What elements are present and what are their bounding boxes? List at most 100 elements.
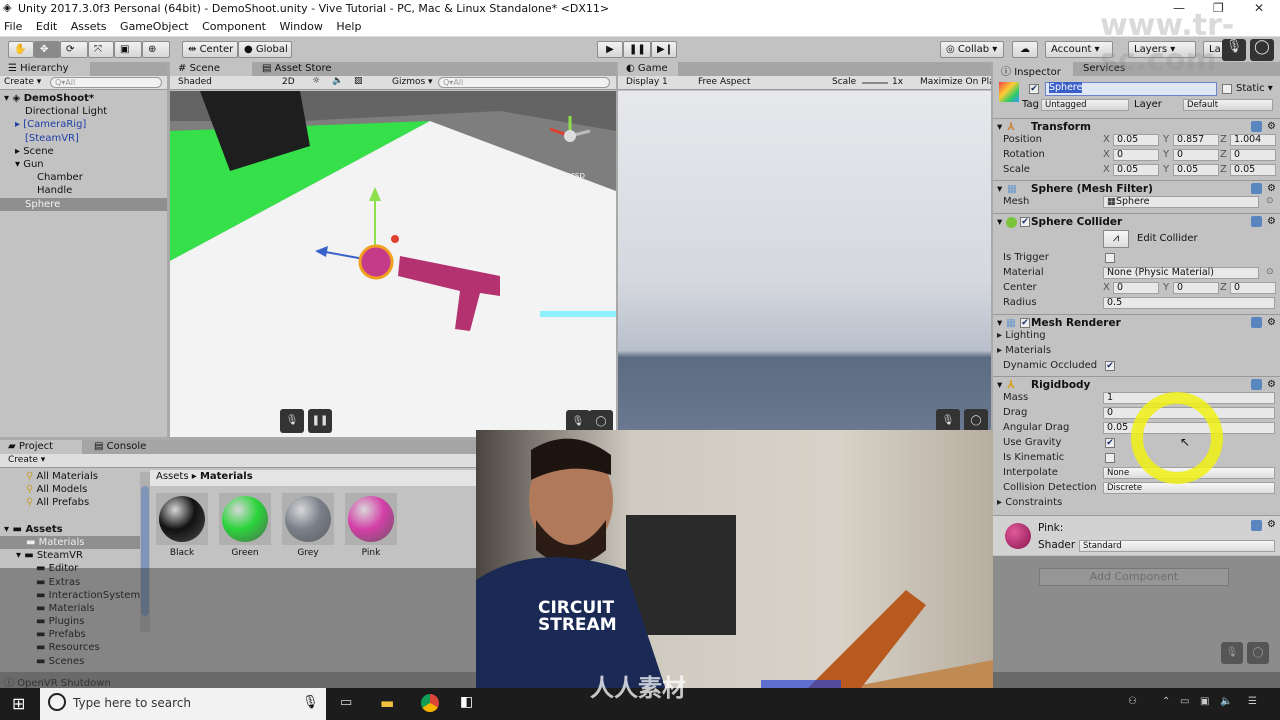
scale-z-field[interactable]: 0.05 (1230, 164, 1276, 176)
axis-label-x[interactable]: X (1103, 164, 1110, 175)
tab-inspector[interactable]: ⓘ Inspector (993, 62, 1073, 78)
persp-label[interactable]: < Persp (550, 171, 585, 181)
pivot-center-toggle[interactable]: ⇹ Center (182, 41, 238, 58)
help-icon[interactable] (1251, 317, 1262, 328)
shader-dropdown[interactable]: Standard (1079, 540, 1275, 552)
material-asset[interactable] (282, 493, 334, 545)
edit-collider-button[interactable]: ⩘ (1103, 230, 1129, 248)
rect-tool-button[interactable]: ▣ (114, 41, 142, 58)
add-component-button[interactable]: Add Component (1039, 568, 1229, 586)
hierarchy-item-selected[interactable]: Sphere (0, 197, 167, 211)
mesh-filter-header[interactable]: ▾ ▦ Sphere (Mesh Filter) ⚙ (993, 180, 1280, 196)
collab-dropdown[interactable]: ◎ Collab ▾ (940, 41, 1004, 58)
is-kinematic-checkbox[interactable] (1105, 453, 1115, 463)
axis-label-y[interactable]: Y (1163, 149, 1169, 160)
scale-x-field[interactable]: 0.05 (1113, 164, 1159, 176)
tab-scene[interactable]: # Scene (170, 62, 252, 76)
foldout-icon[interactable]: ▾ (997, 377, 1002, 393)
use-gravity-checkbox[interactable]: ✔ (1105, 438, 1115, 448)
step-button[interactable]: ▶❙ (651, 41, 677, 58)
constraints-foldout[interactable]: ▸ Constraints (997, 496, 1062, 510)
axis-label-y[interactable]: Y (1163, 282, 1169, 293)
hierarchy-item[interactable]: [SteamVR] (0, 132, 167, 145)
dynamic-occluded-checkbox[interactable]: ✔ (1105, 361, 1115, 371)
scale-y-field[interactable]: 0.05 (1173, 164, 1219, 176)
object-picker-icon[interactable]: ⊙ (1266, 267, 1274, 277)
tab-project[interactable]: ▰ Project (0, 440, 82, 454)
hierarchy-item[interactable]: ▸ [CameraRig] (0, 118, 167, 131)
hierarchy-item[interactable]: Handle (0, 184, 167, 197)
center-y-field[interactable]: 0 (1173, 282, 1219, 294)
foldout-icon[interactable]: ▾ (997, 214, 1002, 230)
hierarchy-item[interactable]: ▸ Scene (0, 145, 167, 158)
is-trigger-checkbox[interactable] (1105, 253, 1115, 263)
gear-icon[interactable]: ⚙ (1267, 315, 1276, 331)
active-checkbox[interactable]: ✔ (1029, 84, 1039, 94)
tag-dropdown[interactable]: Untagged (1041, 99, 1129, 111)
app-icon[interactable]: ◧ (460, 694, 473, 710)
axis-label-z[interactable]: Z (1220, 134, 1227, 145)
rotation-z-field[interactable]: 0 (1230, 149, 1276, 161)
tab-hierarchy[interactable]: ☰ Hierarchy (0, 62, 90, 76)
file-explorer-icon[interactable]: ▬ (380, 694, 394, 712)
position-x-field[interactable]: 0.05 (1113, 134, 1159, 146)
maximize-on-play-toggle[interactable]: Maximize On Pla (920, 77, 991, 87)
scene-root[interactable]: ▾ ◈ DemoShoot* (0, 92, 167, 105)
material-asset[interactable] (345, 493, 397, 545)
scale-slider[interactable] (862, 82, 888, 84)
hierarchy-item[interactable]: ▾ Gun (0, 158, 167, 171)
tab-game[interactable]: ◐ Game (618, 62, 678, 76)
show-hidden-icons[interactable]: ⌃ (1162, 696, 1170, 707)
help-icon[interactable] (1251, 379, 1262, 390)
transform-header[interactable]: ▾ ⅄ Transform ⚙ (993, 118, 1280, 134)
pause-button[interactable]: ❚❚ (623, 41, 651, 58)
hierarchy-search-input[interactable]: Q▾All (50, 77, 162, 88)
axis-label-z[interactable]: Z (1220, 164, 1227, 175)
rotation-y-field[interactable]: 0 (1173, 149, 1219, 161)
favorite-item[interactable]: ⚲ All Materials (0, 470, 140, 483)
gear-icon[interactable]: ⚙ (1267, 214, 1276, 230)
enabled-checkbox[interactable]: ✔ (1020, 318, 1030, 328)
menu-gameobject[interactable]: GameObject (120, 20, 189, 33)
help-icon[interactable] (1251, 183, 1262, 194)
audio-icon[interactable]: 🔈 (332, 76, 343, 86)
hand-tool-button[interactable]: ✋ (8, 41, 34, 58)
windows-start-icon[interactable]: ⊞ (12, 694, 25, 713)
volume-icon[interactable]: 🔈 (1220, 696, 1232, 707)
favorite-item[interactable]: ⚲ All Prefabs (0, 496, 140, 509)
game-viewport[interactable]: 🎙 ◯ (618, 91, 991, 437)
network-icon[interactable]: ▣ (1200, 696, 1209, 707)
materials-foldout[interactable]: ▸ Materials (997, 344, 1051, 358)
axis-label-x[interactable]: X (1103, 134, 1110, 145)
move-tool-button[interactable]: ✥ (34, 41, 60, 58)
assets-folder[interactable]: ▾ ▬ Assets (0, 523, 140, 536)
position-z-field[interactable]: 1.004 (1230, 134, 1276, 146)
help-icon[interactable] (1251, 216, 1262, 227)
mesh-field[interactable]: ▦Sphere (1103, 196, 1259, 208)
axis-label-y[interactable]: Y (1163, 134, 1169, 145)
layer-dropdown[interactable]: Default (1183, 99, 1273, 111)
gear-icon[interactable]: ⚙ (1267, 377, 1276, 393)
menu-assets[interactable]: Assets (71, 20, 107, 33)
folder-item-selected[interactable]: ▬ Materials (0, 535, 140, 550)
axis-label-z[interactable]: Z (1220, 282, 1227, 293)
help-icon[interactable] (1251, 121, 1262, 132)
aspect-dropdown[interactable]: Free Aspect (698, 77, 751, 87)
enabled-checkbox[interactable]: ✔ (1020, 217, 1030, 227)
foldout-icon[interactable]: ▾ (997, 119, 1002, 135)
gear-icon[interactable]: ⚙ (1267, 181, 1276, 197)
x-arrow[interactable] (391, 235, 399, 243)
hierarchy-item[interactable]: Directional Light (0, 105, 167, 118)
transform-tool-button[interactable]: ⊕ (142, 41, 170, 58)
center-z-field[interactable]: 0 (1230, 282, 1276, 294)
scale-tool-button[interactable]: ⤧ (88, 41, 114, 58)
sphere-object[interactable] (358, 244, 394, 280)
sphere-collider-header[interactable]: ▾ ✔ Sphere Collider ⚙ (993, 213, 1280, 229)
display-dropdown[interactable]: Display 1 (626, 77, 668, 87)
gear-icon[interactable]: ⚙ (1267, 519, 1276, 530)
axis-label-z[interactable]: Z (1220, 149, 1227, 160)
lighting-icon[interactable]: ☼ (312, 76, 320, 86)
pivot-global-toggle[interactable]: ● Global (238, 41, 292, 58)
menu-window[interactable]: Window (280, 20, 323, 33)
shading-dropdown[interactable]: Shaded (178, 77, 212, 87)
